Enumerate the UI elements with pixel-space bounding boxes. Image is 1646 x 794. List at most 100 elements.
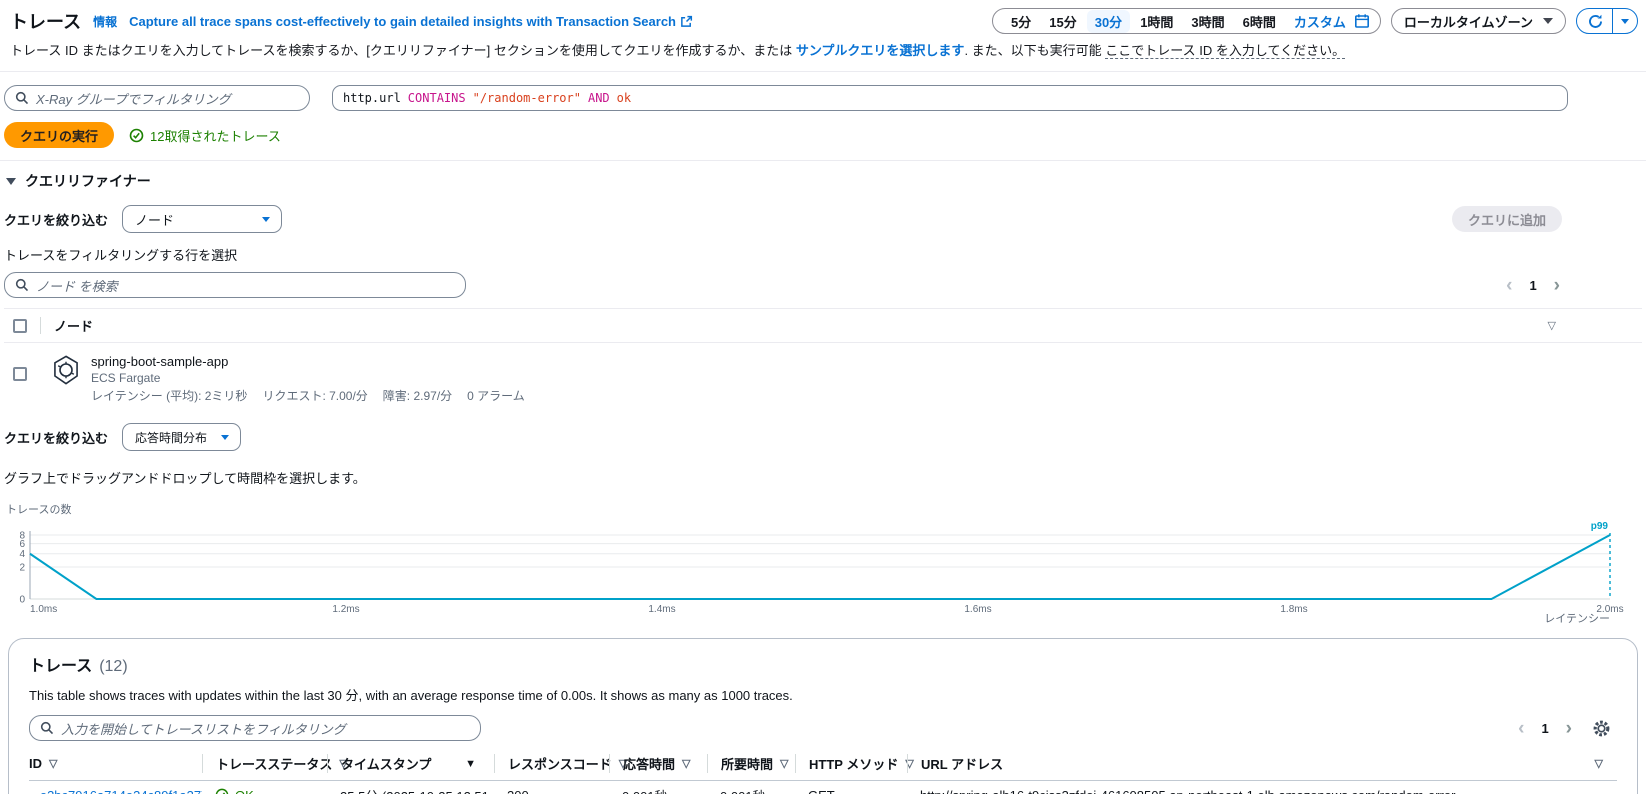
column-header[interactable]: HTTP メソッド▽ [795,754,907,773]
latency-chart-svg[interactable]: 024681.0ms1.2ms1.4ms1.6ms1.8ms2.0msレイテンシ… [4,519,1640,623]
time-range-custom[interactable]: カスタム [1286,10,1352,33]
filter-bar: X-Ray グループでフィルタリング http.url CONTAINS "/ran… [0,72,1646,111]
time-range-option[interactable]: 15分 [1041,10,1084,33]
latency-distribution-chart[interactable]: トレースの数 024681.0ms1.2ms1.4ms1.6ms1.8ms2.0… [4,501,1642,628]
column-filter-icon[interactable]: ▽ [780,757,788,770]
column-header[interactable]: URL アドレス▽ [907,754,1617,773]
chevron-down-icon [1621,19,1629,24]
add-to-query-button[interactable]: クエリに追加 [1452,206,1562,232]
column-header[interactable]: レスポンスコード▽ [494,754,609,773]
svg-text:レイテンシー: レイテンシー [1544,613,1610,623]
node-metric: 障害: 2.97/分 [383,387,452,404]
query-refiner-toggle[interactable]: クエリリファイナー [4,161,1642,199]
dimension-select[interactable]: ノード [122,205,282,233]
xray-group-filter-input[interactable]: X-Ray グループでフィルタリング [4,85,310,111]
time-range-option[interactable]: 30分 [1087,10,1130,33]
column-header[interactable]: ID▽ [29,756,202,771]
time-range-option[interactable]: 5分 [1003,10,1039,33]
previous-page-icon[interactable]: ‹ [1518,719,1524,738]
table-row: ...e3bc7916a714e34c89f1a377OK25.5分 (2025… [29,781,1617,794]
column-header[interactable]: 所要時間 ▽ [707,754,795,773]
duration: 0.001秒 [720,789,766,794]
trace-list-filter-input[interactable]: 入力を開始してトレースリストをフィルタリング [29,715,481,741]
svg-text:0: 0 [19,595,25,606]
node-search-input[interactable]: ノード を検索 [4,272,466,298]
time-range-option[interactable]: 1時間 [1132,10,1181,33]
timezone-select-value: ローカルタイムゾーン [1404,12,1533,31]
node-metrics: レイテンシー (平均): 2ミリ秒リクエスト: 7.00/分障害: 2.97/分… [91,387,525,404]
column-filter-icon[interactable]: ▽ [1548,319,1556,332]
refresh-button[interactable] [1577,9,1612,33]
query-token-keyword: CONTAINS [408,91,466,105]
trace-id-link[interactable]: ...e3bc7916a714e34c89f1a377 [29,788,202,794]
refresh-icon [1587,13,1604,30]
traces-count-badge: (12) [99,658,127,676]
info-link[interactable]: 情報 [93,13,117,30]
column-filter-icon[interactable]: ▽ [49,757,57,770]
node-row[interactable]: spring-boot-sample-app ECS Fargate レイテンシ… [4,343,1642,414]
column-header[interactable]: タイムスタンプ ▼ [327,754,494,773]
node-column-header: ノード [54,316,93,335]
transaction-search-link[interactable]: Capture all trace spans cost-effectively… [129,14,693,29]
column-header-label: 所要時間 [721,754,773,773]
query-token-string: "/random-error" [473,91,581,105]
column-header[interactable]: 応答時間▽ [609,754,707,773]
trace-status: OK [215,788,327,794]
traces-search-row: 入力を開始してトレースリストをフィルタリング ‹ 1 › [29,715,1617,741]
traces-table-header: ID▽トレースステータス▽タイムスタンプ▼レスポンスコード▽応答時間▽所要時間▽… [29,754,1617,781]
url-address: http://spring-alb16-t9ciss3zfdoi-4616085… [920,788,1455,794]
select-all-checkbox[interactable] [13,319,27,333]
node-table-header: ノード ▽ [4,308,1642,343]
column-filter-icon[interactable]: ▽ [1595,757,1603,770]
calendar-icon[interactable] [1354,13,1370,29]
sort-descending-icon[interactable]: ▼ [465,758,476,770]
query-refiner-section: クエリリファイナー クエリを絞り込む ノード クエリに追加 トレースをフィルタリ… [0,161,1646,628]
search-icon [40,721,54,735]
refine-query-label: クエリを絞り込む [4,428,108,447]
query-token-plain: http.url [343,91,401,105]
node-row-checkbox[interactable] [13,367,27,381]
ecs-service-hexagon-icon [52,355,80,385]
query-result-status: 12取得されたトレース [129,126,281,145]
sample-query-link[interactable]: サンプルクエリを選択します [796,43,965,58]
query-token-keyword: AND [588,91,610,105]
node-search-row: ノード を検索 ‹ 1 › [4,272,1642,298]
column-filter-icon[interactable]: ▽ [682,757,690,770]
xray-group-filter-placeholder: X-Ray グループでフィルタリング [36,89,231,108]
response-time: 0.001秒 [622,789,668,794]
chevron-down-icon [262,217,270,222]
node-metric: リクエスト: 7.00/分 [262,387,367,404]
column-header-label: レスポンスコード [508,754,612,773]
chevron-down-icon [221,435,229,440]
node-name: spring-boot-sample-app [91,354,525,369]
page-number[interactable]: 1 [1529,278,1536,293]
traces-table-description: This table shows traces with updates wit… [29,685,1617,704]
previous-page-icon[interactable]: ‹ [1506,276,1512,295]
chevron-down-icon [1543,18,1553,24]
page-number[interactable]: 1 [1541,721,1548,736]
next-page-icon[interactable]: › [1566,719,1572,738]
column-header-label: タイムスタンプ [341,754,431,773]
table-settings-button[interactable] [1592,719,1611,738]
node-metric: レイテンシー (平均): 2ミリ秒 [91,387,247,404]
node-table: ノード ▽ spring-boot-sample-app ECS Fargate… [4,308,1642,414]
query-input[interactable]: http.url CONTAINS "/random-error" AND ok [332,85,1568,111]
svg-text:1.6ms: 1.6ms [964,604,991,615]
refresh-options-button[interactable] [1612,9,1637,33]
time-range-option[interactable]: 6時間 [1235,10,1284,33]
page-description: トレース ID またはクエリを入力してトレースを検索するか、[クエリリファイナー… [0,34,1646,71]
metric-select[interactable]: 応答時間分布 [122,423,241,451]
timezone-select[interactable]: ローカルタイムゾーン [1391,8,1566,34]
next-page-icon[interactable]: › [1554,276,1560,295]
enter-trace-id-link[interactable]: ここでトレース ID を入力してください。 [1105,43,1345,59]
chart-drag-hint: グラフ上でドラッグアンドドロップして時間枠を選択します。 [4,468,1642,487]
time-range-option[interactable]: 3時間 [1183,10,1232,33]
svg-text:2: 2 [19,563,25,574]
page-title: トレース [10,8,81,34]
query-token-string: ok [617,91,631,105]
run-query-button[interactable]: クエリの実行 [4,122,114,148]
svg-text:1.2ms: 1.2ms [332,604,359,615]
traces-table-card: トレース (12) This table shows traces with u… [8,638,1638,794]
column-header[interactable]: トレースステータス▽ [202,754,327,773]
svg-text:8: 8 [19,531,25,542]
